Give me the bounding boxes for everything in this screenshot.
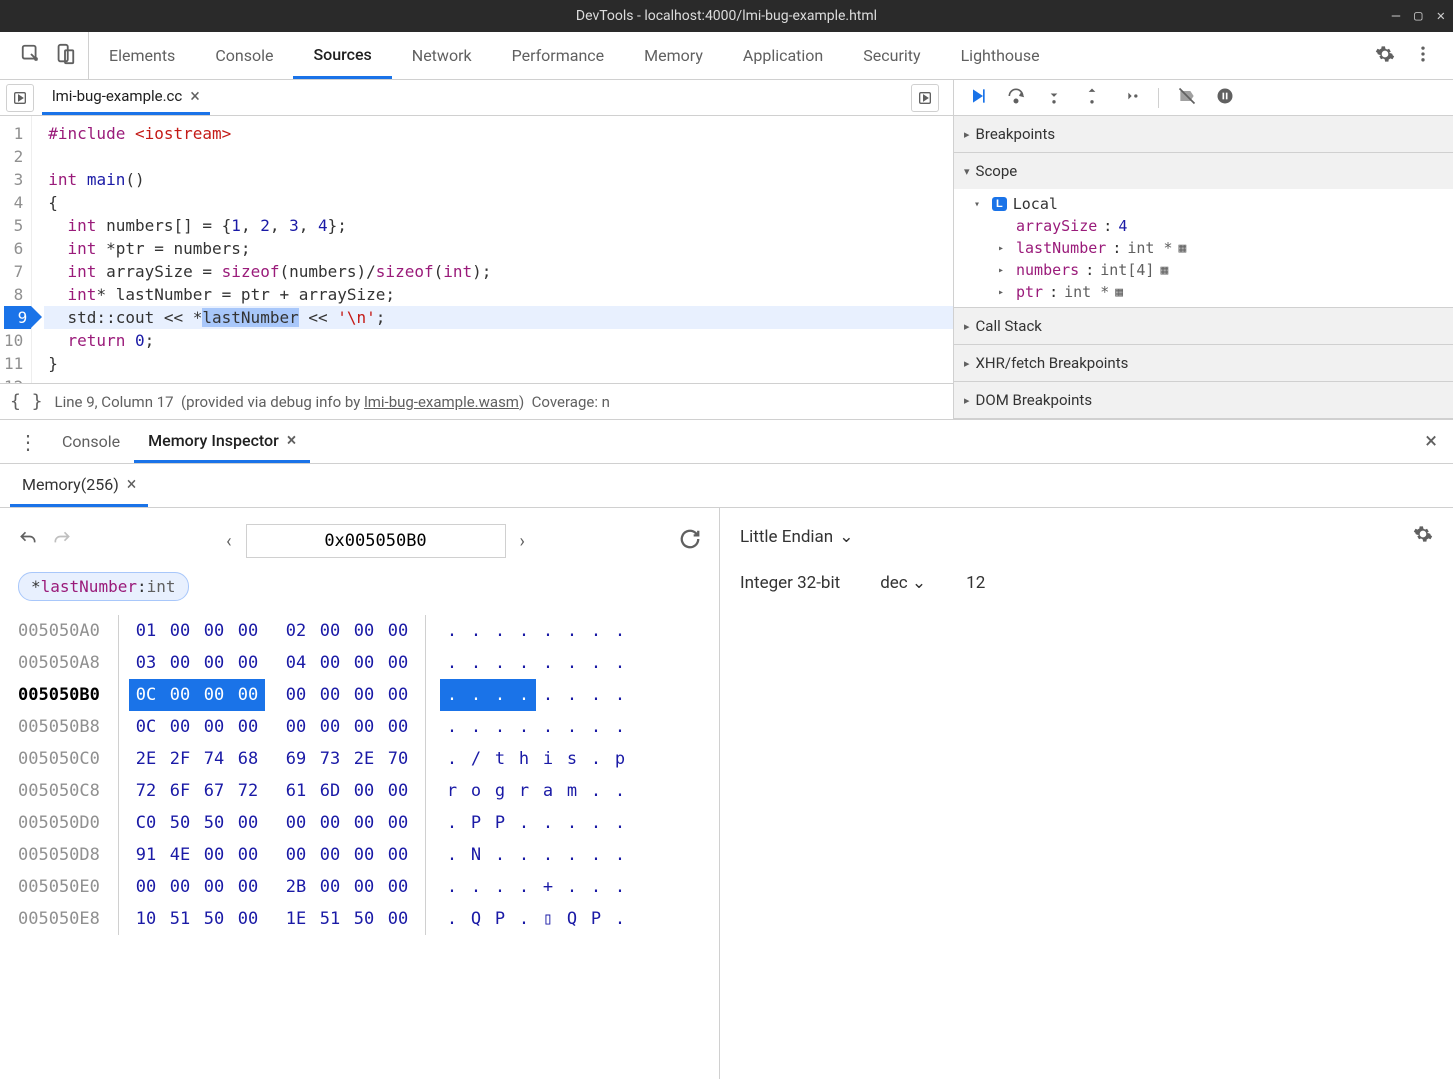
hex-viewer[interactable]: 005050A00100000002000000........005050A8… bbox=[18, 615, 701, 935]
value-display: 12 bbox=[966, 573, 985, 593]
scope-local[interactable]: ▾LLocal bbox=[954, 193, 1453, 215]
tab-console[interactable]: Console bbox=[195, 32, 293, 79]
refresh-icon[interactable] bbox=[679, 528, 701, 554]
wasm-link[interactable]: lmi-bug-example.wasm bbox=[364, 393, 519, 411]
inspect-icon[interactable] bbox=[20, 43, 42, 69]
cursor-pos: Line 9, Column 17 bbox=[55, 393, 174, 411]
resume-icon[interactable] bbox=[968, 86, 988, 110]
settings-icon[interactable] bbox=[1375, 44, 1395, 68]
tab-security[interactable]: Security bbox=[843, 32, 940, 79]
settings-icon[interactable] bbox=[1413, 524, 1433, 549]
status-line: { } Line 9, Column 17 (provided via debu… bbox=[0, 383, 953, 419]
memory-icon[interactable]: ▦ bbox=[1179, 241, 1187, 256]
step-into-icon[interactable] bbox=[1044, 86, 1064, 110]
scope-var-numbers[interactable]: ▸numbers: int[4]▦ bbox=[954, 259, 1453, 281]
step-over-icon[interactable] bbox=[1006, 86, 1026, 110]
debugger-toolbar bbox=[954, 80, 1453, 116]
navigator-icon[interactable] bbox=[6, 84, 34, 112]
tab-network[interactable]: Network bbox=[392, 32, 492, 79]
drawer-tabs: ⋮ Console Memory Inspector× × bbox=[0, 420, 1453, 464]
memory-tab[interactable]: Memory(256)× bbox=[10, 464, 148, 507]
endian-select[interactable]: Little Endian ⌄ bbox=[740, 527, 853, 547]
step-icon[interactable] bbox=[1120, 86, 1140, 110]
tab-performance[interactable]: Performance bbox=[492, 32, 625, 79]
close-icon[interactable]: × bbox=[190, 86, 200, 107]
next-icon[interactable]: › bbox=[516, 527, 529, 556]
file-tab[interactable]: lmi-bug-example.cc × bbox=[42, 80, 210, 115]
tab-memory-inspector[interactable]: Memory Inspector× bbox=[134, 420, 310, 463]
chevron-down-icon: ⌄ bbox=[839, 527, 853, 547]
dom-bp-section[interactable]: ▸DOM Breakpoints bbox=[954, 382, 1453, 418]
scope-section[interactable]: ▾Scope bbox=[954, 153, 1453, 189]
close-icon[interactable]: × bbox=[127, 474, 137, 495]
tab-console[interactable]: Console bbox=[48, 420, 134, 463]
step-out-icon[interactable] bbox=[1082, 86, 1102, 110]
maximize-icon[interactable]: ▢ bbox=[1414, 8, 1422, 24]
more-icon[interactable]: ⋮ bbox=[8, 430, 48, 454]
base-select[interactable]: dec ⌄ bbox=[880, 573, 926, 593]
file-tab-name: lmi-bug-example.cc bbox=[52, 87, 182, 105]
main-tabs: ElementsConsoleSourcesNetworkPerformance… bbox=[0, 32, 1453, 80]
pause-exceptions-icon[interactable] bbox=[1215, 86, 1235, 110]
memory-icon[interactable]: ▦ bbox=[1115, 285, 1123, 300]
tab-sources[interactable]: Sources bbox=[293, 32, 391, 79]
code-editor[interactable]: #include <iostream> int main(){ int numb… bbox=[32, 116, 953, 383]
window-title: DevTools - localhost:4000/lmi-bug-exampl… bbox=[576, 8, 877, 24]
minimize-icon[interactable]: — bbox=[1392, 8, 1400, 24]
redo-icon bbox=[52, 529, 72, 553]
callstack-section[interactable]: ▸Call Stack bbox=[954, 308, 1453, 344]
deactivate-bp-icon[interactable] bbox=[1177, 86, 1197, 110]
debugger-icon[interactable] bbox=[911, 84, 939, 112]
close-icon[interactable]: × bbox=[287, 430, 297, 451]
prev-icon[interactable]: ‹ bbox=[222, 527, 235, 556]
tab-memory[interactable]: Memory bbox=[624, 32, 723, 79]
scope-var-arraySize[interactable]: arraySize: 4 bbox=[954, 215, 1453, 237]
tab-elements[interactable]: Elements bbox=[89, 32, 195, 79]
memory-icon[interactable]: ▦ bbox=[1160, 263, 1168, 278]
int-type-label: Integer 32-bit bbox=[740, 573, 840, 593]
chevron-down-icon: ⌄ bbox=[912, 573, 926, 593]
titlebar: DevTools - localhost:4000/lmi-bug-exampl… bbox=[0, 0, 1453, 32]
format-icon[interactable]: { } bbox=[10, 391, 43, 412]
tab-lighthouse[interactable]: Lighthouse bbox=[941, 32, 1060, 79]
scope-var-ptr[interactable]: ▸ptr: int *▦ bbox=[954, 281, 1453, 303]
close-drawer-icon[interactable]: × bbox=[1417, 429, 1445, 454]
tab-application[interactable]: Application bbox=[723, 32, 843, 79]
memory-chip[interactable]: *lastNumber: int bbox=[18, 572, 189, 601]
scope-var-lastNumber[interactable]: ▸lastNumber: int *▦ bbox=[954, 237, 1453, 259]
address-input[interactable] bbox=[246, 524, 506, 558]
undo-icon[interactable] bbox=[18, 529, 38, 553]
breakpoints-section[interactable]: ▸Breakpoints bbox=[954, 116, 1453, 152]
line-gutter[interactable]: 123456789101112 bbox=[0, 116, 32, 383]
device-icon[interactable] bbox=[54, 43, 76, 69]
close-icon[interactable]: ✕ bbox=[1437, 8, 1445, 24]
more-icon[interactable] bbox=[1413, 44, 1433, 68]
xhr-bp-section[interactable]: ▸XHR/fetch Breakpoints bbox=[954, 345, 1453, 381]
